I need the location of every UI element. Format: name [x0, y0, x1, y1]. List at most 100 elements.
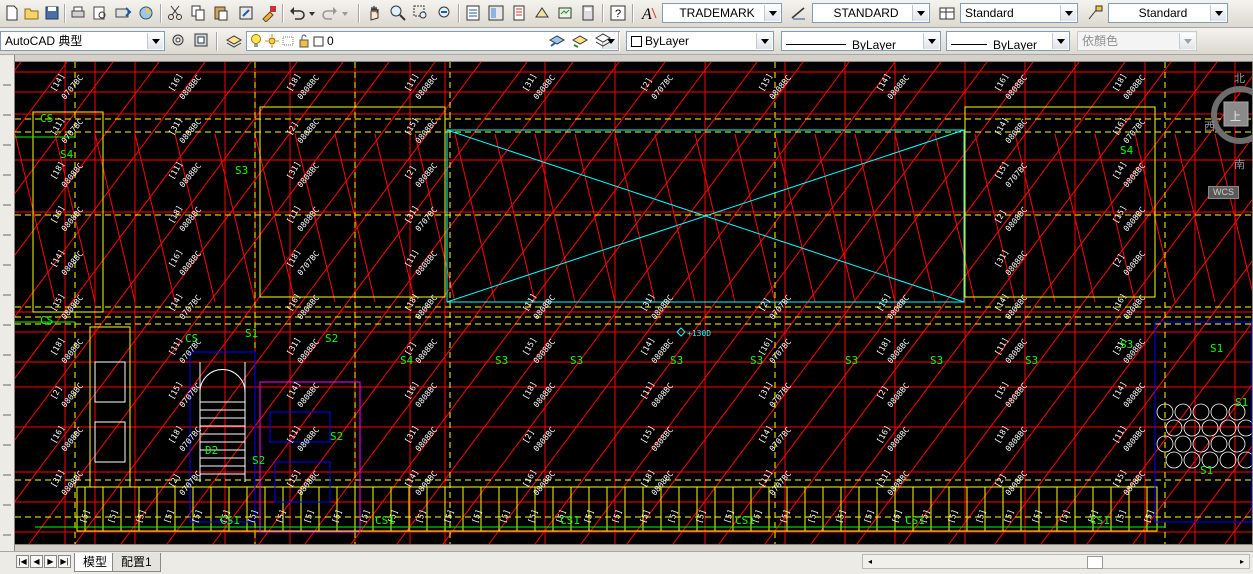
- publish-icon[interactable]: [113, 3, 133, 23]
- joist-index: [5]: [134, 508, 147, 525]
- redo-icon[interactable]: [320, 3, 340, 23]
- workspace-customize-icon[interactable]: [191, 30, 211, 50]
- joist-index: [5]: [162, 508, 175, 525]
- workspace-settings-icon[interactable]: [168, 30, 188, 50]
- linetype-value: ByLayer: [852, 37, 897, 51]
- mleader-style-select[interactable]: Standard: [1108, 3, 1228, 23]
- model-canvas[interactable]: [14] 0707BC [16] 0808BC [18] 0808BC [11] 0808BC…: [14, 61, 1253, 545]
- help-icon[interactable]: ?: [608, 3, 628, 23]
- viewcube-top[interactable]: 上: [1230, 108, 1241, 124]
- chevron-down-icon[interactable]: [1060, 5, 1076, 21]
- lineweight-select[interactable]: ByLayer: [946, 31, 1070, 51]
- mleader-style-icon[interactable]: [1085, 3, 1105, 23]
- properties-icon[interactable]: [463, 3, 483, 23]
- joist-index: [5]: [1002, 508, 1015, 525]
- member-index: [2]: [639, 76, 654, 93]
- layer-states-icon[interactable]: [593, 30, 613, 50]
- sheet-set-icon[interactable]: [532, 3, 552, 23]
- slab-label: CS1: [560, 514, 580, 527]
- chevron-down-icon[interactable]: [1210, 5, 1226, 21]
- slab-label: S3: [1025, 354, 1038, 367]
- open-icon[interactable]: [22, 3, 42, 23]
- next-tab-button[interactable]: ▶: [44, 555, 57, 568]
- separator: [358, 4, 360, 23]
- tab-model[interactable]: 模型: [74, 553, 117, 572]
- dim-style-icon[interactable]: [789, 3, 809, 23]
- calculator-icon[interactable]: [578, 3, 598, 23]
- table-style-select[interactable]: Standard: [960, 3, 1078, 23]
- new-icon[interactable]: [2, 3, 22, 23]
- chevron-down-icon[interactable]: [912, 5, 928, 21]
- table-style-icon[interactable]: [937, 3, 957, 23]
- plot-style-value: 依顏色: [1082, 34, 1119, 48]
- linetype-sample: [786, 44, 846, 45]
- match-properties-icon[interactable]: [259, 3, 279, 23]
- chevron-down-icon[interactable]: [147, 33, 163, 49]
- member-code: 0808BC: [886, 381, 912, 409]
- undo-dropdown-icon[interactable]: [307, 3, 317, 23]
- zoom-window-icon[interactable]: [411, 3, 431, 23]
- last-tab-button[interactable]: ▶|: [58, 555, 71, 568]
- text-style-icon[interactable]: A: [639, 3, 659, 23]
- markup-icon[interactable]: [555, 3, 575, 23]
- scroll-right-icon[interactable]: ▸: [1235, 555, 1249, 568]
- viewcube-south[interactable]: 南: [1234, 156, 1245, 172]
- lineweight-sample: [951, 44, 987, 45]
- joist-index: [5]: [1030, 508, 1043, 525]
- save-icon[interactable]: [42, 3, 62, 23]
- slab-label: CS: [40, 112, 53, 125]
- previous-tab-button[interactable]: ◀: [30, 555, 43, 568]
- grating-cell: [1210, 435, 1228, 453]
- linetype-select[interactable]: ByLayer: [781, 31, 941, 51]
- slab-label: CS1: [375, 514, 395, 527]
- joist-index: [5]: [666, 508, 679, 525]
- cad-drawing[interactable]: [14]0707BC [16]0808BC [18]0808BC [11]0808BC…: [15, 62, 1252, 544]
- text-style-select[interactable]: TRADEMARK: [662, 3, 782, 23]
- scroll-left-icon[interactable]: ◂: [863, 555, 877, 568]
- tab-layout1[interactable]: 配置1: [112, 553, 161, 572]
- block-editor-icon[interactable]: [236, 3, 256, 23]
- scroll-thumb[interactable]: [1087, 556, 1103, 569]
- tool-palettes-icon[interactable]: [509, 3, 529, 23]
- 3d-print-icon[interactable]: [136, 3, 156, 23]
- joist-index: [5]: [694, 508, 707, 525]
- zoom-previous-icon[interactable]: [434, 3, 454, 23]
- workspace-select[interactable]: AutoCAD 典型: [0, 31, 165, 51]
- chevron-down-icon[interactable]: [764, 5, 780, 21]
- design-center-icon[interactable]: [486, 3, 506, 23]
- layer-state-icon: [282, 36, 294, 46]
- pan-icon[interactable]: [365, 3, 385, 23]
- horizontal-scrollbar[interactable]: ◂ ▸: [862, 554, 1250, 569]
- viewcube-west[interactable]: 西: [1204, 118, 1215, 134]
- layer-properties-icon[interactable]: [224, 30, 244, 50]
- diagonal-brace: [654, 133, 696, 303]
- copy-icon[interactable]: [188, 3, 208, 23]
- chevron-down-icon[interactable]: [756, 33, 772, 49]
- separator: [64, 4, 66, 23]
- make-current-icon[interactable]: [547, 30, 567, 50]
- plot-preview-icon[interactable]: [90, 3, 110, 23]
- undo-icon[interactable]: [287, 3, 307, 23]
- viewcube[interactable]: 北 上 西 南 WCS: [1204, 70, 1252, 199]
- first-tab-button[interactable]: |◀: [16, 555, 29, 568]
- joist-index: [5]: [246, 508, 259, 525]
- chevron-down-icon[interactable]: [1052, 33, 1068, 49]
- chevron-down-icon[interactable]: [923, 33, 939, 49]
- color-select[interactable]: ByLayer: [626, 31, 774, 51]
- grating-cell: [1174, 435, 1192, 453]
- dim-style-select[interactable]: STANDARD: [812, 3, 930, 23]
- member-index: [2]: [757, 296, 772, 313]
- member-index: [2]: [403, 164, 418, 181]
- diagonal-brace: [534, 133, 576, 303]
- member-code: 0808BC: [60, 381, 86, 409]
- redo-dropdown-icon[interactable]: [340, 3, 350, 23]
- print-icon[interactable]: [68, 3, 88, 23]
- palette-strip[interactable]: [0, 55, 15, 551]
- viewcube-north[interactable]: 北: [1234, 70, 1245, 86]
- wcs-menu[interactable]: WCS: [1208, 186, 1239, 199]
- zoom-realtime-icon[interactable]: [388, 3, 408, 23]
- coordinate-readout: +130D: [687, 329, 711, 338]
- layer-previous-icon[interactable]: [570, 30, 590, 50]
- cut-icon[interactable]: [165, 3, 185, 23]
- paste-icon[interactable]: [211, 3, 231, 23]
